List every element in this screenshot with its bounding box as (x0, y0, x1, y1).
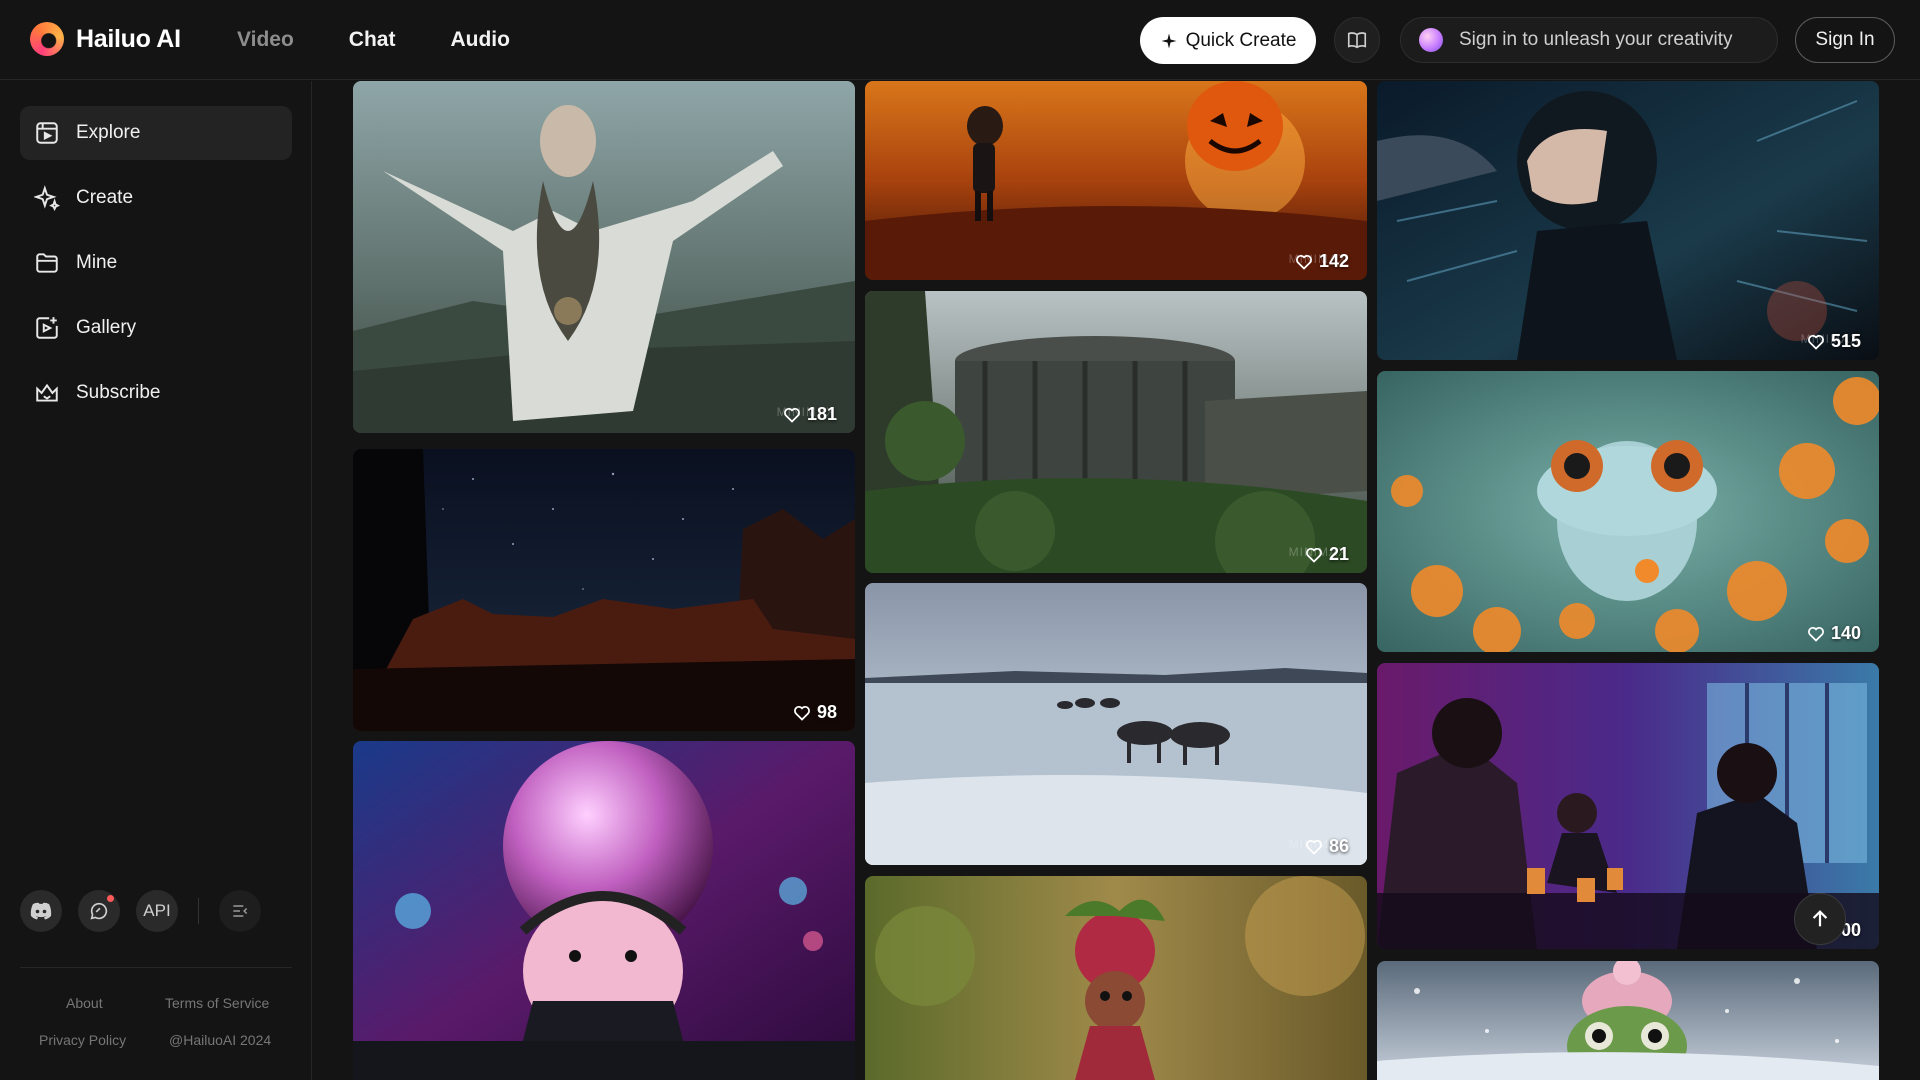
chat-bubble-icon (90, 902, 108, 920)
arrow-up-icon (1812, 910, 1828, 927)
thumbnail-space-helmet (1377, 81, 1879, 360)
footer-divider (20, 967, 292, 968)
video-card[interactable] (865, 876, 1367, 1080)
sidebar-item-label: Create (76, 187, 134, 208)
thumbnail-disco-hamster (353, 741, 855, 1080)
book-icon (1347, 32, 1367, 49)
terms-link[interactable]: Terms of Service (165, 995, 269, 1011)
video-card[interactable]: MINIMAX 515 (1377, 81, 1879, 360)
brand-name: Hailuo AI (76, 24, 181, 53)
copyright-text: @HailuoAI 2024 (169, 1032, 272, 1048)
thumbnail-pumpkin-boy (865, 81, 1367, 280)
video-card[interactable]: MINIMAX 21 (865, 291, 1367, 573)
gallery-icon (36, 317, 58, 339)
like-count: 21 (1328, 544, 1349, 564)
thumbnail-woman-ritual (353, 81, 855, 433)
like-counter[interactable]: 515 (1807, 331, 1861, 352)
video-card[interactable]: 98 (353, 449, 855, 731)
sidebar-item-label: Subscribe (76, 382, 161, 403)
nav-video[interactable]: Video (237, 28, 294, 52)
sidebar-item-explore[interactable]: Explore (20, 106, 292, 160)
sidebar-item-label: Mine (76, 252, 118, 273)
heart-icon (784, 407, 800, 423)
thumbnail-frog-hat (1377, 961, 1879, 1080)
thumbnail-desert-night (353, 449, 855, 731)
collapse-icon (233, 905, 248, 917)
scroll-to-top-button[interactable] (1794, 893, 1846, 945)
like-counter[interactable]: 86 (1305, 836, 1349, 857)
heart-icon (1808, 626, 1824, 642)
api-button[interactable]: API (136, 890, 178, 932)
nav-chat[interactable]: Chat (349, 28, 396, 52)
orb-icon (1419, 28, 1443, 52)
like-counter[interactable]: 181 (783, 404, 837, 425)
video-card[interactable] (1377, 961, 1879, 1080)
thumbnail-berry-doll (865, 876, 1367, 1080)
privacy-link[interactable]: Privacy Policy (39, 1032, 126, 1048)
main-nav: Video Chat Audio (237, 28, 510, 52)
promo-text: Sign in to unleash your creativity (1459, 29, 1733, 50)
like-count: 142 (1318, 251, 1349, 271)
sidebar: Explore Create Mine Gallery Subscribe AP… (0, 81, 312, 1080)
divider (198, 898, 199, 924)
top-header: Hailuo AI Video Chat Audio Quick Create … (0, 0, 1920, 80)
like-count: 515 (1830, 331, 1861, 351)
heart-icon (794, 705, 810, 721)
signin-promo-banner[interactable]: Sign in to unleash your creativity (1400, 17, 1778, 63)
collapse-sidebar-button[interactable] (219, 890, 261, 932)
video-card[interactable]: MINIMAX 86 (865, 583, 1367, 865)
heart-icon (1306, 839, 1322, 855)
like-count: 181 (806, 404, 837, 424)
like-count: 86 (1328, 836, 1349, 856)
logo-icon (30, 22, 64, 56)
thumbnail-blue-frog (1377, 371, 1879, 652)
sidebar-item-label: Explore (76, 122, 141, 143)
quick-create-label: Quick Create (1185, 29, 1297, 51)
guide-button[interactable] (1334, 17, 1380, 63)
like-count: 98 (816, 702, 837, 722)
sparkle-icon (1161, 33, 1177, 48)
like-counter[interactable]: 98 (793, 702, 837, 723)
sidebar-item-create[interactable]: Create (20, 171, 292, 225)
quick-create-button[interactable]: Quick Create (1140, 17, 1316, 64)
sidebar-item-gallery[interactable]: Gallery (20, 301, 292, 355)
discord-icon (30, 902, 52, 920)
heart-icon (1808, 334, 1824, 350)
discord-button[interactable] (20, 890, 62, 932)
brand-logo[interactable]: Hailuo AI (30, 22, 181, 56)
sidebar-item-label: Gallery (76, 317, 137, 338)
thumbnail-reindeer-ice (865, 583, 1367, 865)
like-counter[interactable]: 21 (1305, 544, 1349, 565)
video-card[interactable]: 140 (1377, 371, 1879, 652)
sidebar-item-mine[interactable]: Mine (20, 236, 292, 290)
notification-dot (107, 895, 114, 902)
like-counter[interactable]: 142 (1295, 251, 1349, 272)
video-card[interactable]: MINIMAX 181 (353, 81, 855, 433)
about-link[interactable]: About (66, 995, 103, 1011)
feedback-button[interactable] (78, 890, 120, 932)
folder-icon (36, 253, 58, 273)
sparkle-icon (34, 185, 60, 211)
sidebar-actions: API (20, 890, 261, 932)
crown-icon (36, 383, 58, 402)
video-card[interactable] (353, 741, 855, 1080)
nav-audio[interactable]: Audio (450, 28, 509, 52)
sign-in-button[interactable]: Sign In (1795, 17, 1895, 63)
heart-icon (1296, 254, 1312, 270)
explore-icon (36, 122, 58, 144)
like-counter[interactable]: 140 (1807, 623, 1861, 644)
sidebar-item-subscribe[interactable]: Subscribe (20, 366, 292, 420)
thumbnail-ruined-building (865, 291, 1367, 573)
like-count: 140 (1830, 623, 1861, 643)
heart-icon (1306, 547, 1322, 563)
video-card[interactable]: MINIMAX 142 (865, 81, 1367, 280)
